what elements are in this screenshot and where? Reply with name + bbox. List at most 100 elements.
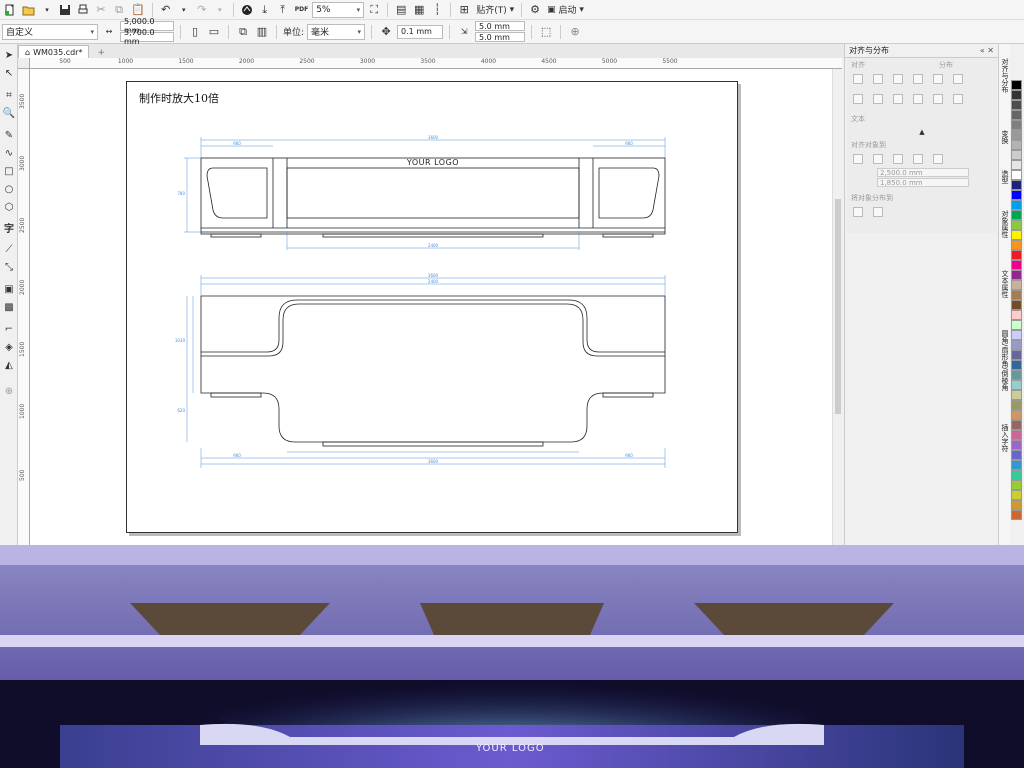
color-swatch[interactable] xyxy=(1011,350,1022,360)
dropdown-arrow-icon[interactable]: ▾ xyxy=(39,2,55,18)
interactive-fill-icon[interactable]: ◈ xyxy=(2,340,16,354)
plan-view[interactable] xyxy=(200,295,666,447)
color-swatch[interactable] xyxy=(1011,410,1022,420)
distribute-to-selection-icon[interactable] xyxy=(853,207,863,217)
corel-connect-icon[interactable] xyxy=(239,2,255,18)
pdf-icon[interactable]: PDF xyxy=(293,2,310,18)
freehand-tool-icon[interactable]: ✎ xyxy=(2,128,16,142)
new-document-icon[interactable] xyxy=(2,2,18,18)
show-rulers-icon[interactable]: ▤ xyxy=(393,2,409,18)
color-swatch[interactable] xyxy=(1011,470,1022,480)
pick-tool-icon[interactable]: ➤ xyxy=(2,48,16,62)
zoom-tool-icon[interactable]: 🔍 xyxy=(2,106,16,120)
color-swatch[interactable] xyxy=(1011,120,1022,130)
vertical-scrollbar[interactable] xyxy=(832,69,842,545)
tab-transform[interactable]: 变换 xyxy=(1000,130,1010,144)
ruler-origin[interactable] xyxy=(18,58,30,69)
duplicate-y-field[interactable]: 5.0 mm xyxy=(475,32,526,42)
all-pages-icon[interactable]: ⧉ xyxy=(235,24,251,40)
show-guidelines-icon[interactable]: ┆ xyxy=(429,2,445,18)
align-to-page-center-icon[interactable] xyxy=(893,154,903,164)
print-icon[interactable] xyxy=(75,2,91,18)
align-to-page-edge-icon[interactable] xyxy=(873,154,883,164)
eyedropper-tool-icon[interactable]: ⌐ xyxy=(2,322,16,336)
tab-fillet-scallop-chamfer[interactable]: 圆角/扇形角/倒棱角 xyxy=(1000,330,1010,391)
color-swatch[interactable] xyxy=(1011,140,1022,150)
ellipse-tool-icon[interactable]: ○ xyxy=(2,182,16,196)
color-swatch[interactable] xyxy=(1011,200,1022,210)
color-swatch[interactable] xyxy=(1011,210,1022,220)
align-right-icon[interactable] xyxy=(893,74,903,84)
color-swatch[interactable] xyxy=(1011,390,1022,400)
color-swatch[interactable] xyxy=(1011,100,1022,110)
align-top-icon[interactable] xyxy=(853,94,863,104)
add-tool-icon[interactable]: ⊕ xyxy=(2,384,16,398)
distribute-top-icon[interactable] xyxy=(913,94,923,104)
color-swatch[interactable] xyxy=(1011,510,1022,520)
collapse-arrow-icon[interactable]: ▲ xyxy=(847,126,997,138)
color-swatch[interactable] xyxy=(1011,190,1022,200)
color-swatch[interactable] xyxy=(1011,170,1022,180)
distribute-to-page-icon[interactable] xyxy=(873,207,883,217)
distribute-spacing-icon[interactable] xyxy=(953,74,963,84)
export-icon[interactable]: ⤒ xyxy=(275,2,291,18)
tab-insert-character[interactable]: 插入字符 xyxy=(1000,424,1010,452)
launch-button[interactable]: ▣ 启动 ▾ xyxy=(545,2,586,18)
redo-icon[interactable]: ↷ xyxy=(194,2,210,18)
show-grid-icon[interactable]: ▦ xyxy=(411,2,427,18)
color-swatch[interactable] xyxy=(1011,320,1022,330)
distribute-left-icon[interactable] xyxy=(913,74,923,84)
scrollbar-thumb[interactable] xyxy=(835,199,841,414)
color-swatch[interactable] xyxy=(1011,280,1022,290)
color-swatch[interactable] xyxy=(1011,430,1022,440)
color-swatch[interactable] xyxy=(1011,460,1022,470)
duplicate-x-field[interactable]: 5.0 mm xyxy=(475,21,526,31)
page-height-field[interactable]: 3,700.0 mm xyxy=(120,28,174,46)
align-to-grid-icon[interactable] xyxy=(913,154,923,164)
color-swatch[interactable] xyxy=(1011,230,1022,240)
color-swatch[interactable] xyxy=(1011,290,1022,300)
color-swatch[interactable] xyxy=(1011,450,1022,460)
open-folder-icon[interactable] xyxy=(20,2,37,18)
landscape-icon[interactable]: ▭ xyxy=(206,24,222,40)
current-page-icon[interactable]: ▥ xyxy=(254,24,270,40)
color-swatch[interactable] xyxy=(1011,180,1022,190)
parallel-dimension-icon[interactable]: ⟋ xyxy=(2,242,16,256)
zoom-level-select[interactable]: 5% ▾ xyxy=(312,1,365,18)
transparency-tool-icon[interactable]: ▩ xyxy=(2,300,16,314)
color-swatch[interactable] xyxy=(1011,420,1022,430)
tab-align-distribute[interactable]: 对齐与分布 xyxy=(1000,58,1010,93)
distribute-bottom-icon[interactable] xyxy=(953,94,963,104)
undo-icon[interactable]: ↶ xyxy=(158,2,174,18)
text-tool-icon[interactable]: 字 xyxy=(2,220,16,235)
undo-dropdown-icon[interactable]: ▾ xyxy=(176,2,192,18)
document-tab[interactable]: ⌂ WM035.cdr* xyxy=(18,45,90,58)
portrait-icon[interactable]: ▯ xyxy=(187,24,203,40)
position-x-field[interactable]: 2,500.0 mm xyxy=(877,168,969,177)
polygon-tool-icon[interactable]: ⬡ xyxy=(2,200,16,214)
color-swatch[interactable] xyxy=(1011,130,1022,140)
color-swatch[interactable] xyxy=(1011,110,1022,120)
shape-tool-icon[interactable]: ↖ xyxy=(2,66,16,80)
color-swatch[interactable] xyxy=(1011,400,1022,410)
units-select[interactable]: 毫米 ▾ xyxy=(307,23,366,40)
smart-fill-icon[interactable]: ◭ xyxy=(2,358,16,372)
distribute-middle-icon[interactable] xyxy=(933,94,943,104)
color-swatch[interactable] xyxy=(1011,90,1022,100)
connector-tool-icon[interactable]: ⤡ xyxy=(2,260,16,274)
tab-object-properties[interactable]: 对象属性 xyxy=(1000,210,1010,238)
docker-close-icon[interactable]: « ✕ xyxy=(980,46,998,55)
options-gear-icon[interactable]: ⚙ xyxy=(527,2,543,18)
color-swatch[interactable] xyxy=(1011,480,1022,490)
color-swatch[interactable] xyxy=(1011,500,1022,510)
drop-shadow-icon[interactable]: ▣ xyxy=(2,282,16,296)
distribute-center-icon[interactable] xyxy=(933,74,943,84)
elevation-view[interactable] xyxy=(200,157,666,238)
color-swatch[interactable] xyxy=(1011,370,1022,380)
tab-shaping[interactable]: 造型 xyxy=(1000,170,1010,184)
align-center-v-icon[interactable] xyxy=(873,94,883,104)
color-swatch[interactable] xyxy=(1011,160,1022,170)
vertical-ruler[interactable]: 3500 3000 2500 2000 1500 1000 500 xyxy=(18,69,30,545)
redo-dropdown-icon[interactable]: ▾ xyxy=(212,2,228,18)
color-swatch[interactable] xyxy=(1011,260,1022,270)
